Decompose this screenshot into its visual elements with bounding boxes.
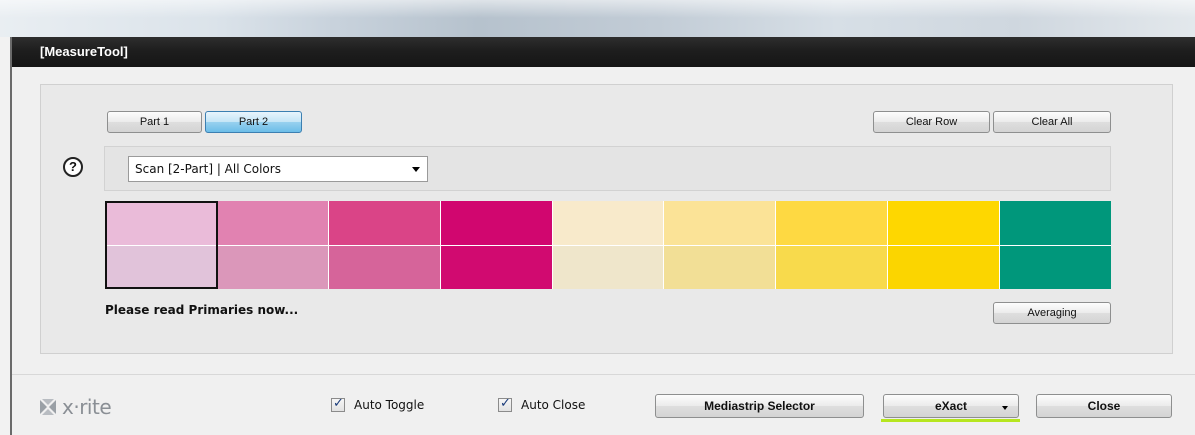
desktop-glass-strip bbox=[0, 0, 1195, 37]
color-swatch[interactable] bbox=[105, 201, 216, 245]
part-2-button[interactable]: Part 2 bbox=[205, 111, 302, 133]
color-swatch[interactable] bbox=[888, 245, 1000, 289]
scan-mode-value: Scan [2-Part] | All Colors bbox=[135, 162, 281, 176]
checkbox-checked-icon bbox=[498, 396, 512, 412]
color-swatch[interactable] bbox=[328, 245, 440, 289]
color-swatch[interactable] bbox=[664, 245, 776, 289]
color-swatch[interactable] bbox=[664, 201, 776, 245]
auto-close-label: Auto Close bbox=[521, 398, 586, 412]
auto-toggle-checkbox[interactable]: Auto Toggle bbox=[331, 396, 425, 412]
device-select-label: eXact bbox=[934, 399, 968, 413]
brand-name: x·rite bbox=[62, 395, 112, 419]
color-swatch[interactable] bbox=[1000, 245, 1111, 289]
auto-close-checkbox[interactable]: Auto Close bbox=[498, 396, 586, 412]
color-swatch[interactable] bbox=[888, 201, 1000, 245]
color-swatch[interactable] bbox=[328, 201, 440, 245]
color-swatch[interactable] bbox=[216, 201, 328, 245]
mediastrip-selector-button[interactable]: Mediastrip Selector bbox=[655, 394, 864, 418]
averaging-button[interactable]: Averaging bbox=[993, 302, 1111, 324]
window-titlebar[interactable]: [MeasureTool] bbox=[12, 37, 1195, 67]
chevron-down-icon bbox=[1002, 406, 1008, 410]
xrite-logo-mark-icon bbox=[40, 399, 56, 415]
device-select-button[interactable]: eXact bbox=[883, 394, 1019, 418]
auto-toggle-label: Auto Toggle bbox=[354, 398, 425, 412]
color-swatch[interactable] bbox=[776, 201, 888, 245]
color-swatch[interactable] bbox=[440, 245, 552, 289]
color-swatch[interactable] bbox=[105, 245, 216, 289]
footer-divider bbox=[12, 374, 1195, 375]
color-swatch[interactable] bbox=[440, 201, 552, 245]
part-1-button[interactable]: Part 1 bbox=[107, 111, 202, 133]
clear-row-button[interactable]: Clear Row bbox=[873, 111, 990, 133]
status-message: Please read Primaries now... bbox=[105, 303, 299, 317]
chevron-down-icon bbox=[412, 167, 420, 172]
color-swatch[interactable] bbox=[1000, 201, 1111, 245]
color-swatch[interactable] bbox=[552, 245, 664, 289]
xrite-logo: x·rite bbox=[38, 395, 112, 419]
help-icon[interactable]: ? bbox=[63, 157, 83, 177]
window-title: [MeasureTool] bbox=[40, 44, 128, 59]
close-button[interactable]: Close bbox=[1036, 394, 1172, 418]
color-swatch[interactable] bbox=[552, 201, 664, 245]
color-swatch-grid bbox=[105, 201, 1111, 289]
checkbox-checked-icon bbox=[331, 396, 345, 412]
clear-all-button[interactable]: Clear All bbox=[993, 111, 1111, 133]
device-active-indicator bbox=[881, 419, 1020, 422]
color-swatch[interactable] bbox=[776, 245, 888, 289]
color-swatch[interactable] bbox=[216, 245, 328, 289]
scan-mode-select[interactable]: Scan [2-Part] | All Colors bbox=[128, 156, 428, 182]
